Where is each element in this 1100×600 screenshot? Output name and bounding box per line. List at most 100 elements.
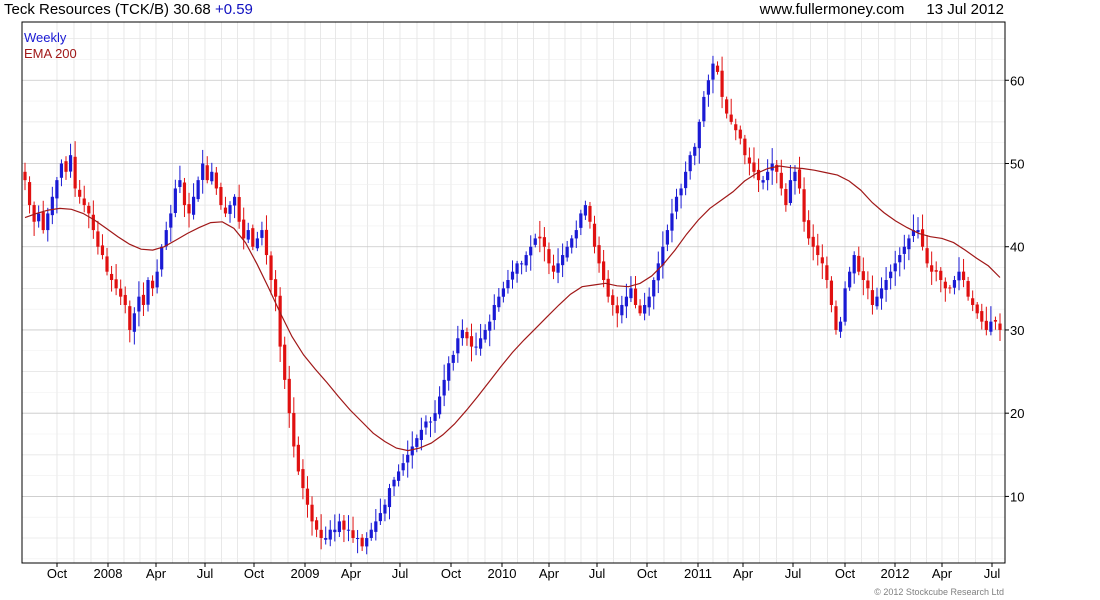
candle-body (310, 504, 314, 522)
candle-body (232, 196, 237, 206)
candle (296, 436, 300, 475)
candle (952, 275, 957, 295)
candle-body (711, 63, 715, 80)
candle-body (893, 263, 897, 272)
candle (793, 165, 797, 195)
candle (23, 162, 27, 191)
candle-body (779, 172, 783, 189)
candle (902, 234, 906, 270)
candle (237, 184, 241, 229)
candle (474, 332, 478, 356)
candle (27, 176, 32, 214)
x-tick-label: 2009 (291, 566, 320, 581)
candle-body (442, 379, 446, 396)
candle (128, 300, 132, 343)
price-chart: 102030405060 Oct 2008 Apr Jul Oct 2009 Apr Jul O… (21, 21, 1024, 581)
candle-body (561, 255, 565, 266)
candle (169, 204, 173, 242)
candle-body (715, 65, 720, 72)
candle (606, 270, 610, 303)
candle (205, 156, 209, 184)
candle-body (697, 121, 701, 149)
candle-body (829, 280, 834, 305)
candle (816, 233, 820, 266)
candle (492, 294, 496, 330)
candle (674, 188, 679, 220)
candle-body (419, 429, 423, 440)
candle (879, 277, 884, 310)
candle (82, 185, 86, 213)
candle (574, 220, 578, 248)
candle (602, 249, 606, 288)
candle (255, 231, 259, 252)
candle (688, 151, 692, 180)
y-tick-label: 50 (1010, 156, 1024, 171)
x-tick-label: Apr (146, 566, 167, 581)
candle (984, 306, 988, 336)
candle (547, 242, 551, 275)
candle-body (952, 280, 957, 288)
candle-body (861, 271, 865, 281)
candle (419, 417, 423, 451)
candle-body (346, 529, 351, 531)
candle (647, 287, 651, 316)
candle-body (255, 238, 259, 249)
candle-body (538, 236, 542, 239)
candle (182, 177, 187, 218)
candle-body (797, 169, 802, 189)
candle-body (738, 129, 742, 139)
candle (825, 256, 829, 289)
candle-body (383, 504, 387, 514)
candle-body (451, 354, 455, 363)
candle-body (825, 265, 829, 281)
candle-body (939, 270, 943, 281)
candle-body (23, 171, 27, 181)
candle (807, 210, 811, 245)
candle-body (100, 245, 105, 256)
candle (656, 251, 660, 294)
candle (456, 325, 460, 363)
candle (797, 156, 802, 194)
candle-body (374, 521, 378, 532)
candle-body (91, 214, 95, 231)
candle-body (930, 265, 934, 272)
candle-body (150, 280, 155, 289)
candle-body (228, 205, 232, 214)
candle-body (223, 207, 228, 214)
candle-body (41, 212, 45, 231)
candle-body (173, 188, 177, 213)
candle-body (989, 321, 993, 332)
candle-body (46, 213, 50, 231)
candle-body (251, 228, 255, 247)
candle-body (474, 346, 478, 348)
plot-frame (21, 21, 1006, 564)
candle-body (934, 270, 938, 272)
candle-body (515, 263, 519, 274)
candle-body (456, 338, 460, 354)
candle-body (114, 279, 118, 289)
candle (779, 159, 783, 196)
candle-body (365, 538, 369, 547)
candle-body (674, 196, 679, 212)
candle (834, 300, 838, 335)
candle-body (761, 180, 765, 183)
candle-body (506, 280, 510, 289)
candle (770, 148, 774, 185)
x-tick-label: Apr (539, 566, 560, 581)
candle-body (592, 223, 597, 247)
candle-body (392, 479, 396, 487)
candle-body (201, 163, 205, 180)
legend-weekly: Weekly (24, 30, 67, 45)
candle (638, 299, 642, 316)
candle (301, 459, 305, 500)
candle (857, 246, 861, 276)
candle-body (579, 213, 583, 228)
candle (173, 179, 177, 218)
candle-body (606, 278, 610, 297)
candle-body (187, 204, 191, 214)
candle-body (465, 332, 469, 339)
candle (191, 183, 196, 220)
candle (365, 532, 369, 555)
candle-body (693, 146, 697, 156)
candle-body (296, 444, 300, 472)
